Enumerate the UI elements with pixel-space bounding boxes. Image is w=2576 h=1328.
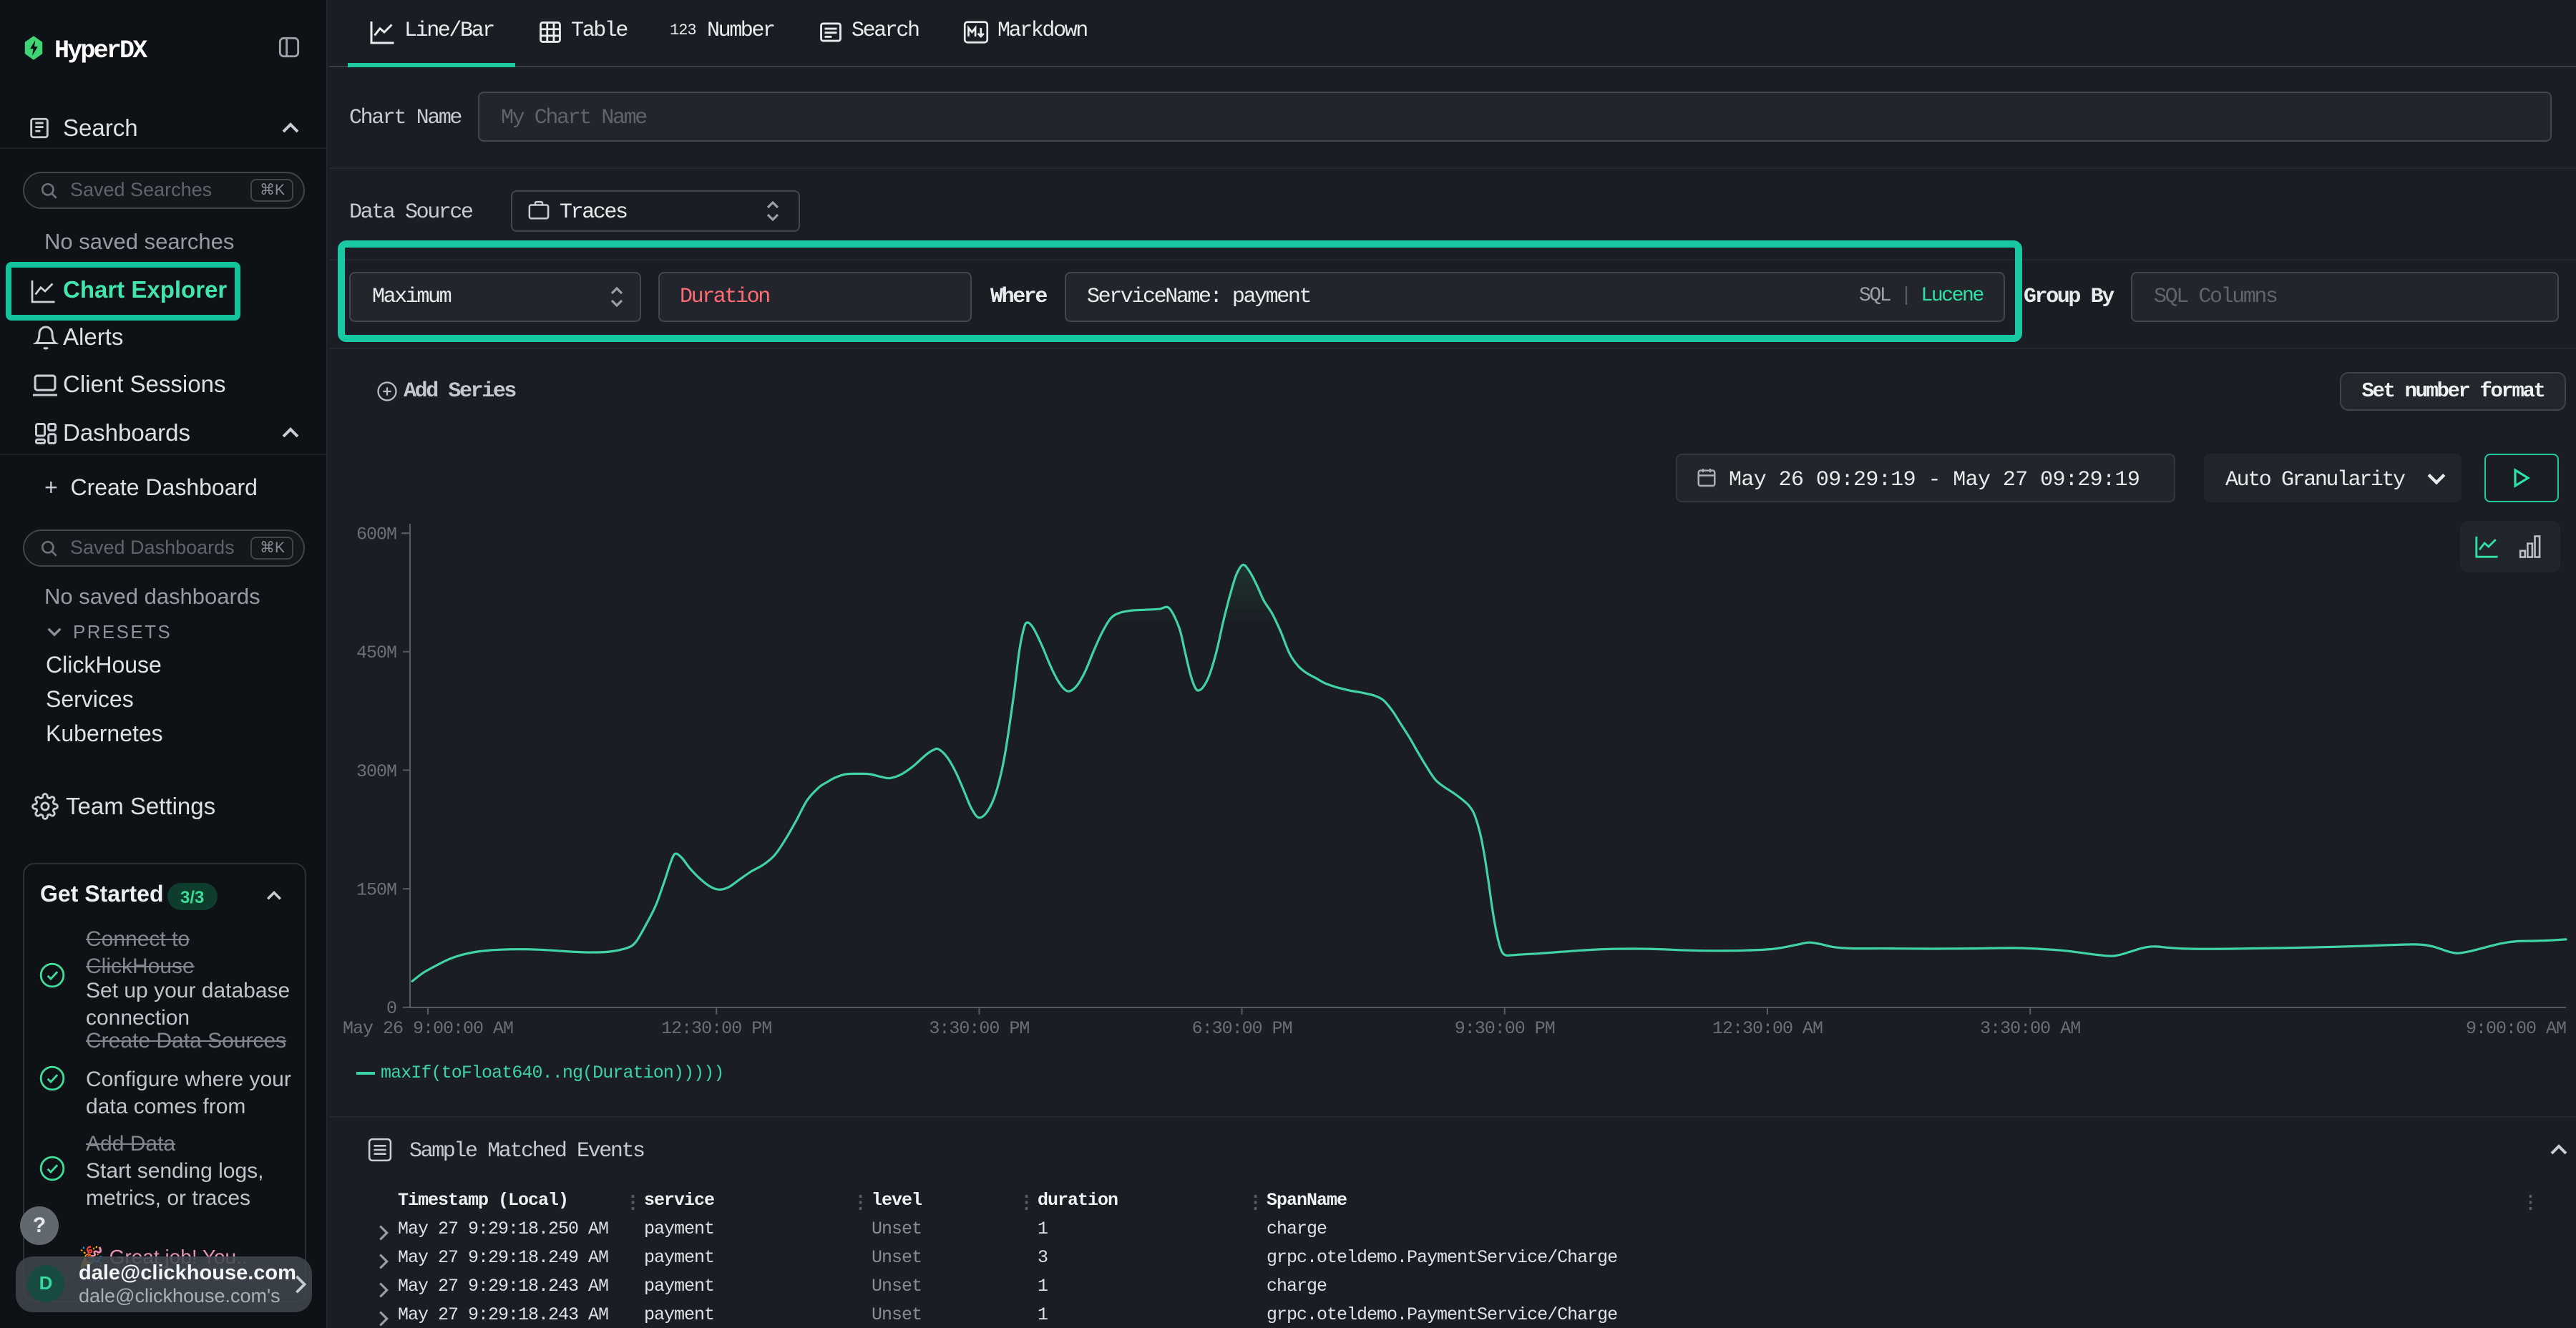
svg-text:9:00:00 AM: 9:00:00 AM xyxy=(2466,1018,2566,1039)
svg-text:150M: 150M xyxy=(356,880,396,901)
svg-text:9:30:00 PM: 9:30:00 PM xyxy=(1455,1018,1555,1039)
svg-text:600M: 600M xyxy=(356,524,396,545)
svg-text:May 26 9:00:00 AM: May 26 9:00:00 AM xyxy=(343,1018,513,1039)
svg-text:3:30:00 AM: 3:30:00 AM xyxy=(1980,1018,2080,1039)
svg-text:6:30:00 PM: 6:30:00 PM xyxy=(1192,1018,1292,1039)
svg-text:3:30:00 PM: 3:30:00 PM xyxy=(929,1018,1029,1039)
svg-text:300M: 300M xyxy=(356,761,396,782)
svg-text:450M: 450M xyxy=(356,643,396,663)
svg-text:12:30:00 PM: 12:30:00 PM xyxy=(661,1018,771,1039)
svg-text:0: 0 xyxy=(386,998,396,1019)
svg-text:12:30:00 AM: 12:30:00 AM xyxy=(1712,1018,1823,1039)
